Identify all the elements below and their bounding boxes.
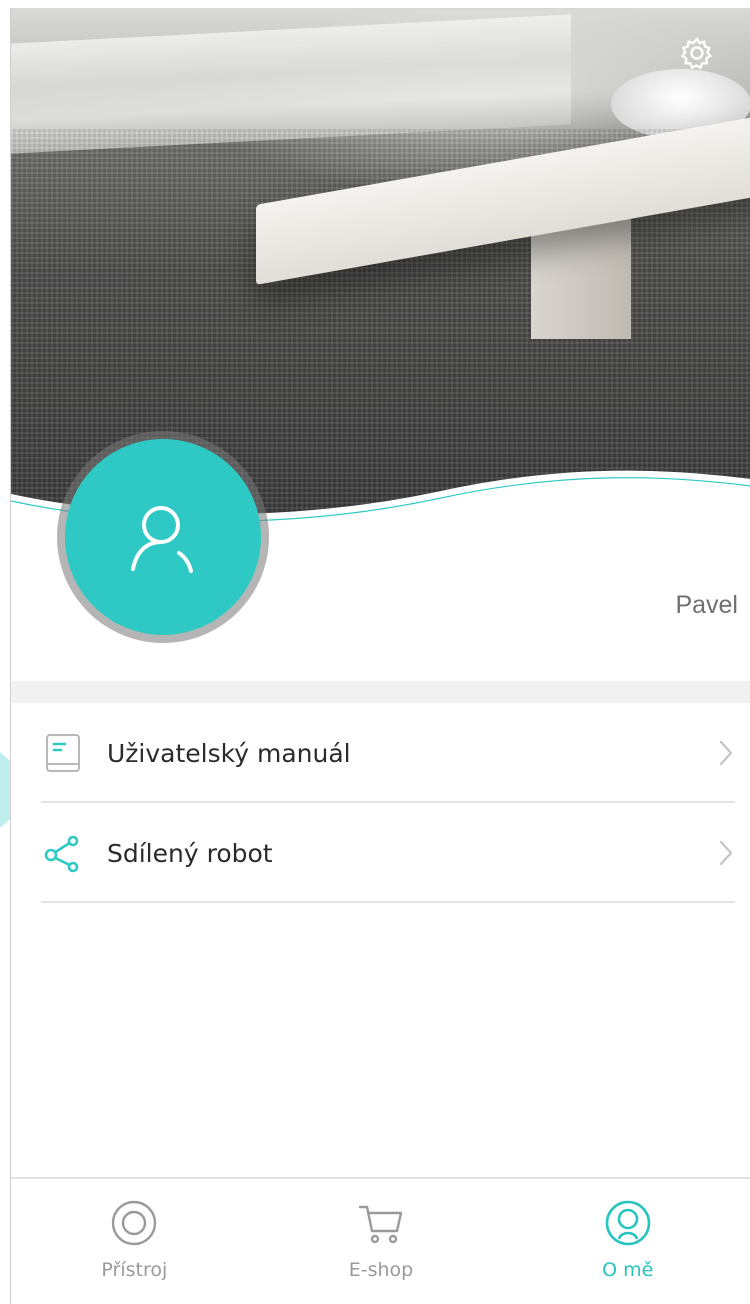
tab-device[interactable]: Přístroj — [11, 1179, 258, 1304]
tab-label: E-shop — [348, 1259, 414, 1281]
bottom-tab-bar: Přístroj E-shop O mě — [11, 1177, 750, 1304]
tab-eshop[interactable]: E-shop — [258, 1179, 505, 1304]
chevron-right-icon — [719, 740, 733, 766]
menu-separator — [41, 901, 735, 903]
username-label: Pavel — [675, 591, 738, 619]
user-icon — [131, 506, 193, 573]
share-icon — [44, 835, 79, 873]
tab-about-me[interactable]: O mě — [504, 1179, 750, 1304]
tab-label: Přístroj — [101, 1259, 168, 1281]
chevron-right-icon — [719, 840, 733, 866]
menu-item-label: Uživatelský manuál — [107, 738, 351, 768]
menu-item-shared-robot[interactable]: Sdílený robot — [11, 803, 750, 903]
section-divider — [11, 681, 750, 703]
device-icon — [112, 1200, 157, 1246]
profile-icon — [605, 1200, 650, 1246]
manual-icon — [46, 734, 80, 772]
photo-table-leg — [531, 219, 631, 339]
tab-label: O mě — [602, 1259, 654, 1281]
cart-icon — [358, 1205, 403, 1244]
menu-item-label: Sdílený robot — [107, 838, 273, 868]
menu-list: Uživatelský manuál Sdílený robot — [11, 703, 750, 903]
settings-gear-icon[interactable] — [679, 35, 715, 71]
avatar[interactable] — [65, 439, 261, 635]
app-screen: Pavel Uživatelský manuál Sdílený robot P… — [10, 8, 750, 1304]
menu-item-user-manual[interactable]: Uživatelský manuál — [11, 703, 750, 803]
